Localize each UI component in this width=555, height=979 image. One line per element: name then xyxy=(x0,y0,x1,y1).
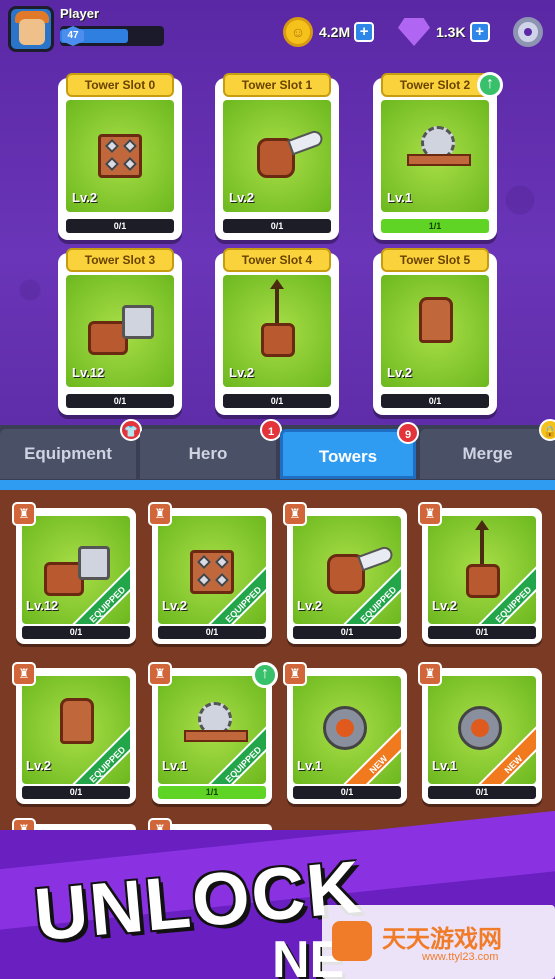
watermark-logo-icon xyxy=(332,921,372,961)
card-level: Lv.1 xyxy=(162,758,188,773)
tower-slot-card[interactable]: Tower Slot 3 Lv.12 0/1 xyxy=(58,248,182,415)
coin-amount: 4.2M xyxy=(319,24,351,40)
rook-icon: ♜ xyxy=(418,662,442,686)
avatar[interactable] xyxy=(8,6,54,52)
tab-badge-count: 1 xyxy=(260,419,282,441)
tab-underline xyxy=(0,480,555,490)
tower-card[interactable]: EQUIPPED Lv.2 0/1 ♜ xyxy=(12,662,136,804)
player-name: Player xyxy=(60,6,100,21)
slot-level: Lv.12 xyxy=(72,365,105,380)
tower-slot-card[interactable]: Tower Slot 1 Lv.2 0/1 xyxy=(215,73,339,240)
rook-icon: ♜ xyxy=(283,502,307,526)
slot-level: Lv.1 xyxy=(387,190,413,205)
card-level: Lv.2 xyxy=(297,598,323,613)
gem-amount: 1.3K xyxy=(436,24,466,40)
tab-towers[interactable]: Towers 9 xyxy=(280,422,419,479)
tab-bar: Equipment 👕 Hero 1 Towers 9 Merge 🔒 xyxy=(0,419,555,482)
level-bar: 47 xyxy=(60,26,164,46)
lock-icon: 🔒 xyxy=(539,419,555,441)
buy-gems-button[interactable]: + xyxy=(469,22,490,42)
slot-progress: 0/1 xyxy=(66,219,174,233)
slot-title: Tower Slot 5 xyxy=(381,248,489,272)
slot-title: Tower Slot 3 xyxy=(66,248,174,272)
shirt-icon: 👕 xyxy=(120,419,142,441)
card-progress: 0/1 xyxy=(428,786,536,799)
tab-equipment[interactable]: Equipment 👕 xyxy=(0,419,142,479)
card-progress: 1/1 xyxy=(158,786,266,799)
buy-coins-button[interactable]: + xyxy=(354,22,375,42)
card-progress: 0/1 xyxy=(293,786,401,799)
slot-title: Tower Slot 1 xyxy=(223,73,331,97)
rook-icon: ♜ xyxy=(418,502,442,526)
tower-card[interactable]: EQUIPPED Lv.2 0/1 ♜ xyxy=(148,502,272,644)
slot-progress: 0/1 xyxy=(381,394,489,408)
top-bar: Player 47 ☺ 4.2M + 1.3K + xyxy=(0,0,555,62)
card-level: Lv.12 xyxy=(26,598,59,613)
watermark-title: 天天游戏网 xyxy=(382,926,502,953)
tower-inventory: EQUIPPED Lv.12 0/1 ♜ EQUIPPED Lv.2 0/1 ♜ EQUIPPE… xyxy=(0,490,555,842)
tower-card[interactable]: EQUIPPED Lv.2 0/1 ♜ xyxy=(418,502,542,644)
tower-slot-card[interactable]: Tower Slot 5 Lv.2 0/1 xyxy=(373,248,497,415)
card-level: Lv.2 xyxy=(162,598,188,613)
slot-title: Tower Slot 4 xyxy=(223,248,331,272)
coin-icon: ☺ xyxy=(283,17,313,47)
rook-icon: ♜ xyxy=(12,502,36,526)
upgrade-arrow-icon[interactable]: ↑ xyxy=(252,662,278,688)
rook-icon: ♜ xyxy=(148,502,172,526)
tower-card[interactable]: EQUIPPED Lv.2 0/1 ♜ xyxy=(283,502,407,644)
rook-icon: ♜ xyxy=(148,662,172,686)
card-level: Lv.2 xyxy=(432,598,458,613)
gear-icon[interactable] xyxy=(513,17,543,47)
slot-title: Tower Slot 2 xyxy=(381,73,489,97)
card-progress: 0/1 xyxy=(158,626,266,639)
tab-label: Equipment xyxy=(24,444,112,463)
coin-counter: ☺ 4.2M + xyxy=(283,17,375,47)
tab-label: Hero xyxy=(188,444,228,463)
card-progress: 0/1 xyxy=(293,626,401,639)
tab-label: Merge xyxy=(462,444,513,463)
gem-counter: 1.3K + xyxy=(398,18,490,46)
slot-progress: 1/1 xyxy=(381,219,489,233)
watermark-url: www.ttyl23.com xyxy=(422,951,499,963)
tab-label: Towers xyxy=(318,447,378,466)
card-level: Lv.1 xyxy=(432,758,458,773)
card-progress: 0/1 xyxy=(428,626,536,639)
slot-progress: 0/1 xyxy=(66,394,174,408)
slot-progress: 0/1 xyxy=(223,219,331,233)
tower-card[interactable]: NEW Lv.1 0/1 ♜ xyxy=(283,662,407,804)
upgrade-arrow-icon[interactable]: ↑ xyxy=(477,72,503,98)
tower-slot-card[interactable]: Tower Slot 4 Lv.2 0/1 xyxy=(215,248,339,415)
gem-icon xyxy=(398,18,430,46)
slot-title: Tower Slot 0 xyxy=(66,73,174,97)
tab-merge[interactable]: Merge 🔒 xyxy=(420,419,555,479)
card-level: Lv.1 xyxy=(297,758,323,773)
card-progress: 0/1 xyxy=(22,786,130,799)
tower-card[interactable]: EQUIPPED Lv.1 1/1 ♜ ↑ xyxy=(148,662,278,804)
tower-slot-card[interactable]: Tower Slot 0 Lv.2 0/1 xyxy=(58,73,182,240)
slot-level: Lv.2 xyxy=(229,190,255,205)
slot-level: Lv.2 xyxy=(387,365,413,380)
rook-icon: ♜ xyxy=(12,662,36,686)
card-progress: 0/1 xyxy=(22,626,130,639)
tower-card[interactable]: NEW Lv.1 0/1 ♜ xyxy=(418,662,542,804)
slot-level: Lv.2 xyxy=(229,365,255,380)
card-level: Lv.2 xyxy=(26,758,52,773)
watermark: 天天游戏网 www.ttyl23.com xyxy=(322,905,555,979)
tower-slot-card[interactable]: Tower Slot 2 Lv.1 1/1 ↑ xyxy=(373,72,503,240)
tab-badge-count: 9 xyxy=(397,422,419,444)
slot-level: Lv.2 xyxy=(72,190,98,205)
tab-hero[interactable]: Hero 1 xyxy=(140,419,282,479)
slot-progress: 0/1 xyxy=(223,394,331,408)
tower-card[interactable]: EQUIPPED Lv.12 0/1 ♜ xyxy=(12,502,136,644)
rook-icon: ♜ xyxy=(283,662,307,686)
